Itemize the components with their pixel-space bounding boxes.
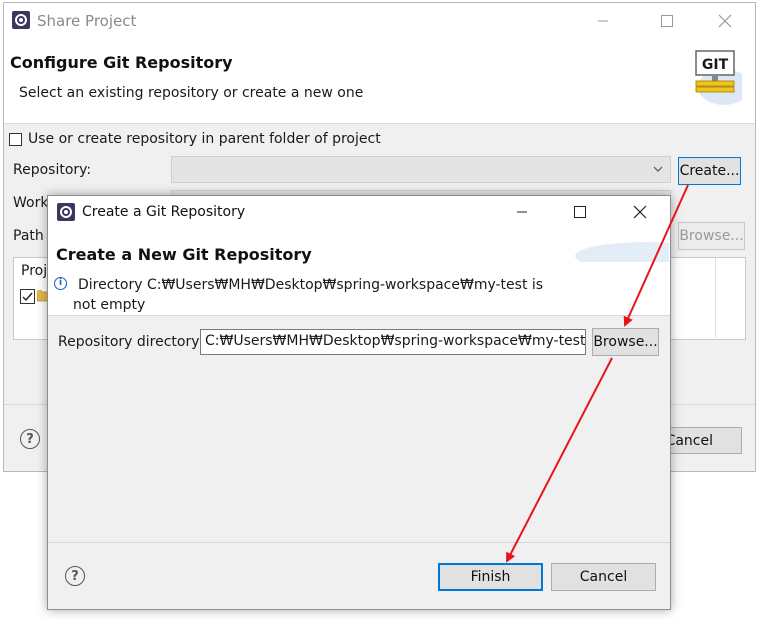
outer-close-button[interactable] <box>715 11 735 31</box>
outer-help-icon[interactable]: ? <box>20 429 40 449</box>
inner-minimize-button[interactable] <box>512 202 532 222</box>
outer-header-banner <box>4 39 755 124</box>
inner-eclipse-icon <box>57 203 75 221</box>
repository-directory-label: Repository directory: <box>58 334 204 350</box>
create-button[interactable]: Create... <box>678 157 741 185</box>
outer-cancel-label: Cancel <box>665 432 713 449</box>
inner-header-title: Create a New Git Repository <box>56 245 312 264</box>
eclipse-app-icon <box>12 11 30 29</box>
outer-maximize-button[interactable] <box>657 11 677 31</box>
outer-window-title: Share Project <box>37 12 137 30</box>
svg-text:GIT: GIT <box>702 57 729 73</box>
inner-window-title: Create a Git Repository <box>82 204 246 220</box>
outer-minimize-button[interactable] <box>593 11 613 31</box>
outer-header-title: Configure Git Repository <box>10 53 233 72</box>
path-label: Path <box>13 228 44 244</box>
use-parent-folder-checkbox[interactable] <box>9 133 22 146</box>
projects-column-header: Proj <box>21 263 48 279</box>
chevron-down-icon <box>652 163 664 179</box>
inner-close-button[interactable] <box>630 202 650 222</box>
working-dir-label: Work <box>13 195 49 211</box>
repository-combo[interactable] <box>171 156 671 183</box>
git-logo-icon: GIT <box>692 47 750 107</box>
inner-maximize-button[interactable] <box>570 202 590 222</box>
outer-header-description: Select an existing repository or create … <box>19 85 364 101</box>
inner-header-decoration <box>535 232 715 270</box>
projects-table-divider <box>715 258 716 340</box>
inner-cancel-button[interactable]: Cancel <box>551 563 656 591</box>
repository-directory-input[interactable]: C:₩Users₩MH₩Desktop₩spring-workspace₩my-… <box>200 329 586 355</box>
inner-help-icon[interactable]: ? <box>65 566 85 586</box>
info-message-line1: Directory C:₩Users₩MH₩Desktop₩spring-wor… <box>78 277 544 293</box>
repository-label: Repository: <box>13 162 92 178</box>
repository-directory-value: C:₩Users₩MH₩Desktop₩spring-workspace₩my-… <box>205 333 586 349</box>
outer-browse-button[interactable]: Browse... <box>678 222 745 250</box>
inner-browse-button[interactable]: Browse... <box>592 328 659 356</box>
finish-button[interactable]: Finish <box>438 563 543 591</box>
info-icon: i <box>54 277 67 290</box>
info-message-line2: not empty <box>73 297 146 313</box>
inner-footer-separator <box>48 542 670 543</box>
use-parent-folder-label: Use or create repository in parent folde… <box>28 131 381 147</box>
project-row-checkbox[interactable] <box>20 289 35 304</box>
